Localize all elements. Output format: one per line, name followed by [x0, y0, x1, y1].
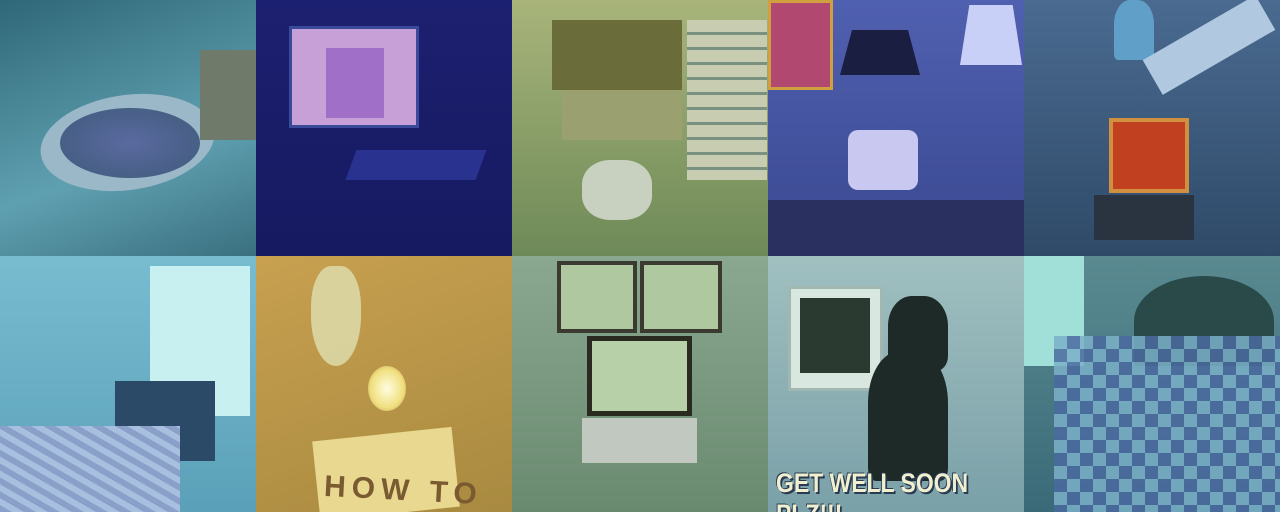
image-grid: HOW TO GET WELL SOON PLZ!!!	[0, 0, 1280, 512]
photo-projector-room	[256, 0, 512, 256]
photo-desk-laptop	[1024, 0, 1280, 256]
photo-black-cat: GET WELL SOON PLZ!!!	[768, 256, 1024, 512]
photo-three-laptops	[512, 256, 768, 512]
photo-pizza	[0, 0, 256, 256]
photo-bedroom	[0, 256, 256, 512]
photo-room-lamp-chair	[768, 0, 1024, 256]
photo-laptop-drawers	[512, 0, 768, 256]
photo-wine-candle: HOW TO	[256, 256, 512, 512]
photo-quilt-bed	[1024, 256, 1280, 512]
cat-caption: GET WELL SOON PLZ!!!	[776, 468, 969, 512]
